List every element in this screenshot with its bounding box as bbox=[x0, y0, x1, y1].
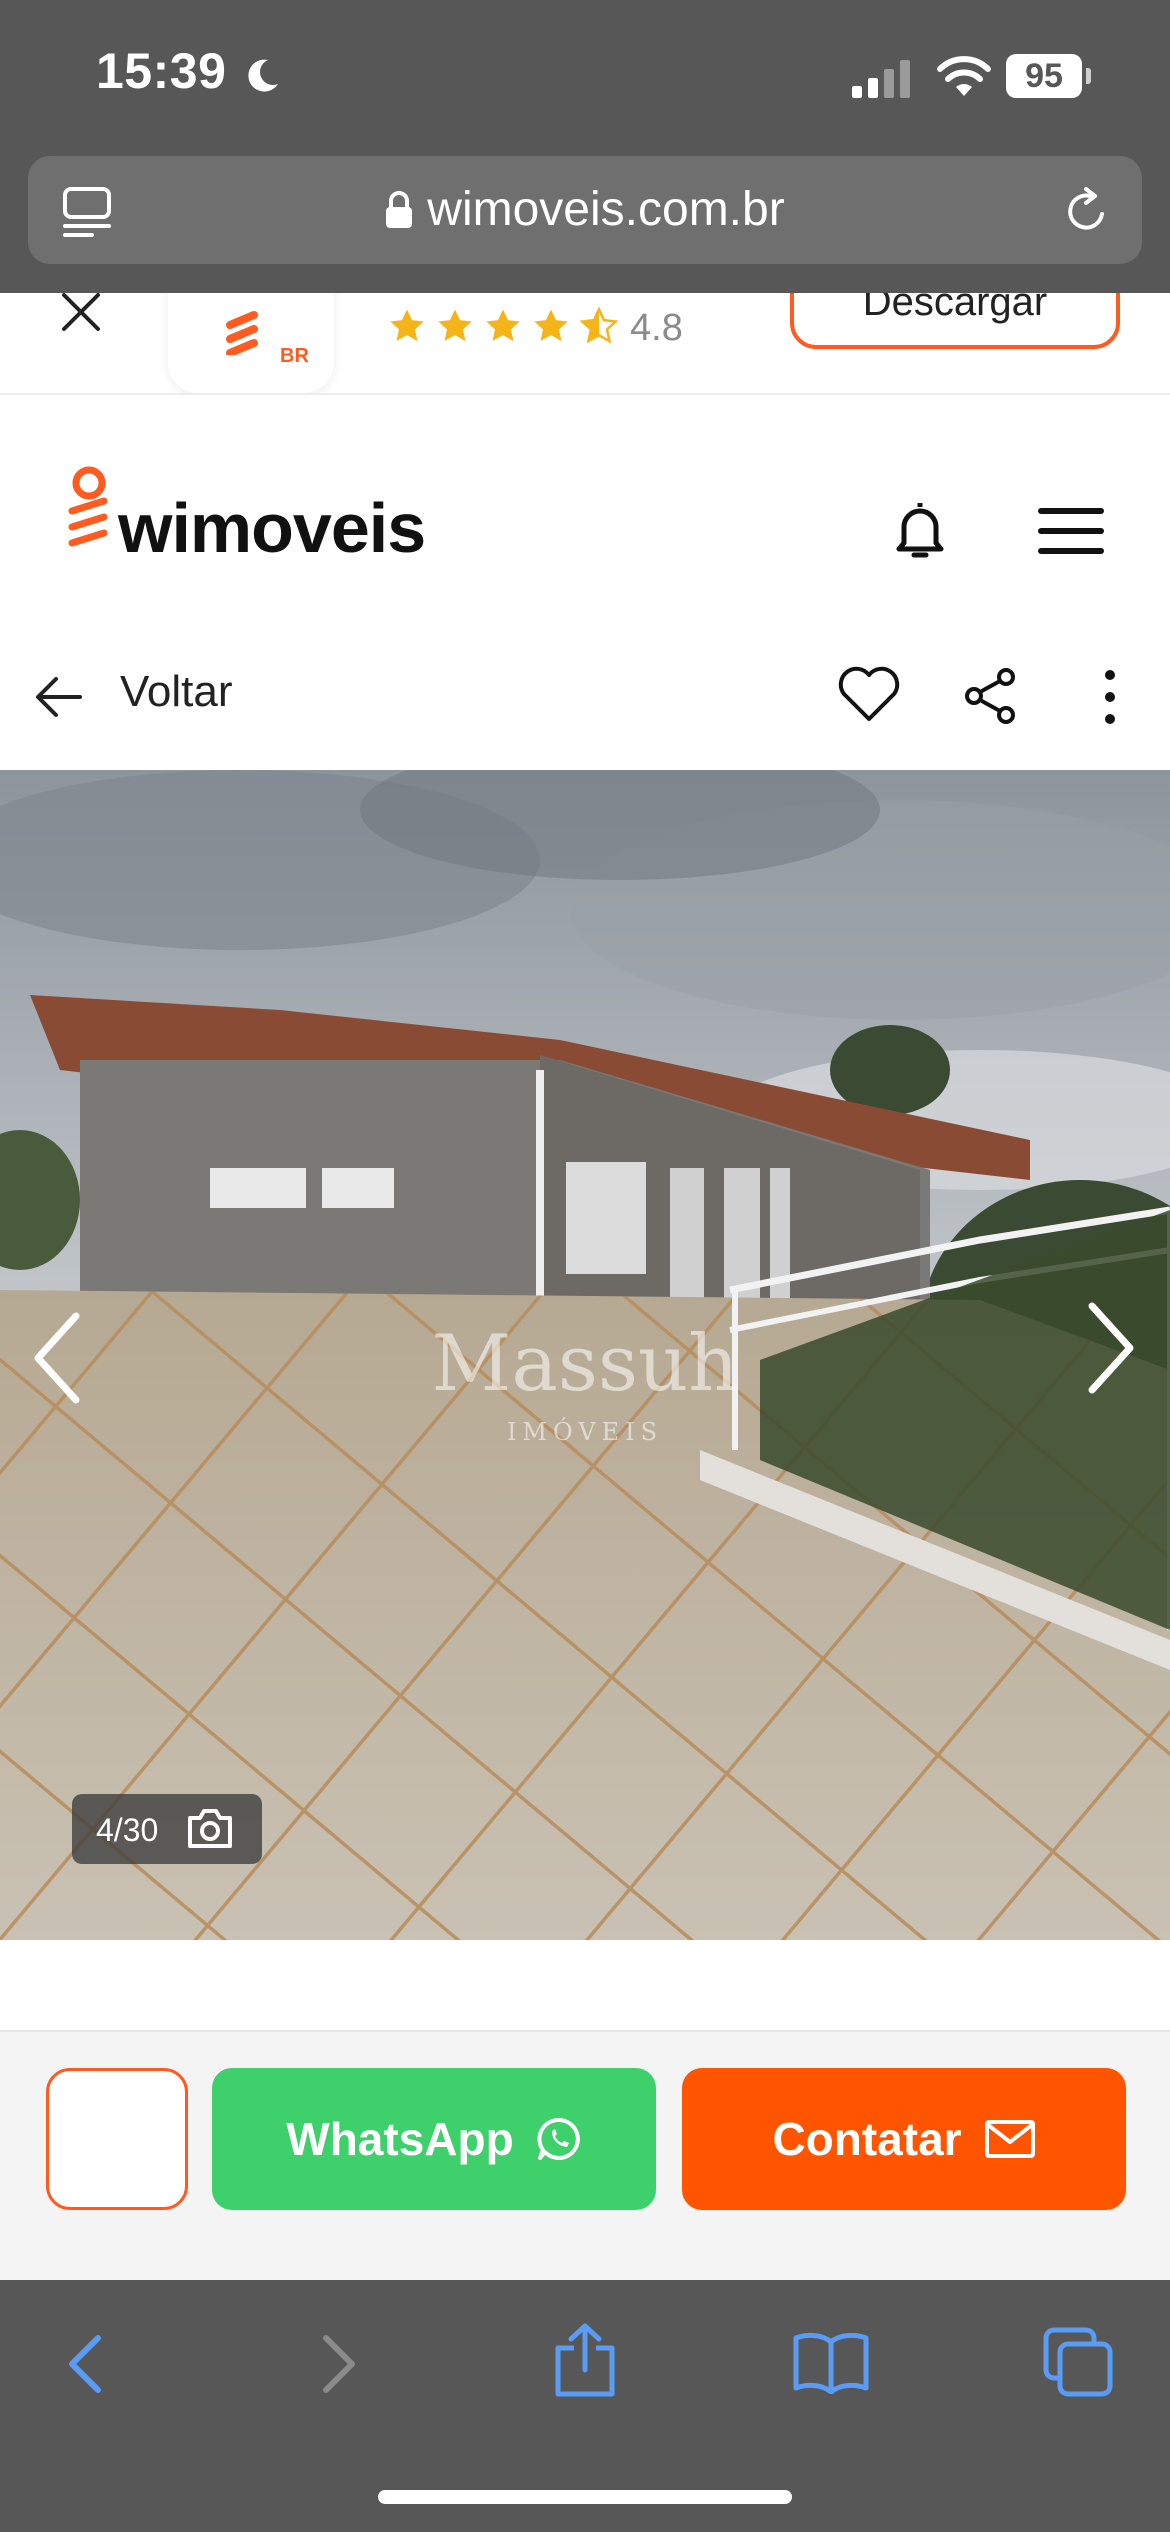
app-logo-mark bbox=[226, 311, 258, 355]
contact-label: Contatar bbox=[772, 2113, 962, 2165]
browser-forward-icon[interactable] bbox=[316, 2332, 360, 2396]
photo-counter-text: 4/30 bbox=[96, 1812, 159, 1848]
download-app-button[interactable]: Descargar bbox=[790, 293, 1120, 349]
whatsapp-icon bbox=[537, 2117, 580, 2160]
favorite-button[interactable] bbox=[46, 2068, 188, 2210]
whatsapp-button[interactable]: WhatsApp bbox=[212, 2068, 656, 2210]
star-icon bbox=[390, 309, 424, 342]
app-rating-value: 4.8 bbox=[630, 307, 683, 349]
moon-icon bbox=[248, 59, 278, 92]
property-photo: Massuh IMÓVEIS bbox=[0, 770, 1170, 1940]
app-logo-badge: BR bbox=[280, 345, 309, 367]
status-time: 15:39 bbox=[96, 43, 227, 99]
reload-icon[interactable] bbox=[1062, 186, 1112, 236]
photo-counter: 4/30 bbox=[72, 1794, 262, 1864]
home-indicator bbox=[378, 2490, 792, 2504]
star-icon bbox=[486, 309, 520, 342]
share-upload-icon[interactable] bbox=[552, 2322, 618, 2398]
watermark-title: Massuh bbox=[432, 1319, 739, 1409]
app-install-banner: BR 4.8 Descargar bbox=[0, 293, 1170, 395]
watermark-subtitle: IMÓVEIS bbox=[507, 1417, 663, 1446]
share-icon[interactable] bbox=[962, 667, 1018, 725]
chevron-right-icon[interactable] bbox=[1080, 1300, 1140, 1396]
browser-back-icon[interactable] bbox=[64, 2332, 108, 2396]
signal-icon bbox=[852, 60, 910, 98]
app-icon: BR bbox=[168, 293, 334, 393]
heart-icon[interactable] bbox=[836, 663, 902, 723]
listing-toolbar: Voltar bbox=[0, 625, 1170, 770]
lock-icon bbox=[386, 191, 413, 228]
wifi-icon bbox=[937, 56, 991, 96]
contact-button[interactable]: Contatar bbox=[682, 2068, 1126, 2210]
back-button[interactable]: Voltar bbox=[120, 667, 233, 717]
browser-address-area: wimoveis.com.br bbox=[0, 148, 1170, 293]
address-bar[interactable]: wimoveis.com.br bbox=[28, 156, 1142, 264]
contact-action-bar: WhatsApp Contatar bbox=[0, 2030, 1170, 2282]
bell-icon[interactable] bbox=[894, 499, 946, 561]
whatsapp-label: WhatsApp bbox=[286, 2113, 514, 2165]
photo-gallery[interactable]: Massuh IMÓVEIS 4/30 bbox=[0, 770, 1170, 1940]
more-vertical-icon[interactable] bbox=[1100, 667, 1120, 727]
back-arrow-icon[interactable] bbox=[34, 675, 84, 719]
hamburger-icon[interactable] bbox=[1038, 507, 1104, 555]
star-icon bbox=[534, 309, 568, 342]
battery-indicator: 95 bbox=[1006, 54, 1082, 98]
bookmarks-icon[interactable] bbox=[792, 2330, 870, 2394]
mail-icon bbox=[984, 2120, 1035, 2158]
tabs-icon[interactable] bbox=[1042, 2326, 1114, 2398]
url-value: wimoveis.com.br bbox=[427, 183, 785, 236]
url-text: wimoveis.com.br bbox=[28, 156, 1142, 264]
site-header: wimoveis bbox=[0, 395, 1170, 628]
chevron-left-icon[interactable] bbox=[28, 1310, 88, 1406]
camera-icon bbox=[188, 1809, 232, 1848]
star-icon bbox=[438, 309, 472, 342]
listing-details-start bbox=[0, 1940, 1170, 2040]
battery-nub bbox=[1086, 68, 1091, 84]
close-icon[interactable] bbox=[58, 293, 108, 339]
app-rating-stars bbox=[386, 301, 620, 351]
wimoveis-logo-icon[interactable] bbox=[64, 465, 114, 555]
star-half-icon bbox=[579, 306, 619, 344]
browser-toolbar bbox=[0, 2280, 1170, 2532]
site-logo-text[interactable]: wimoveis bbox=[118, 488, 426, 568]
status-bar: 15:39 95 bbox=[0, 0, 1170, 148]
